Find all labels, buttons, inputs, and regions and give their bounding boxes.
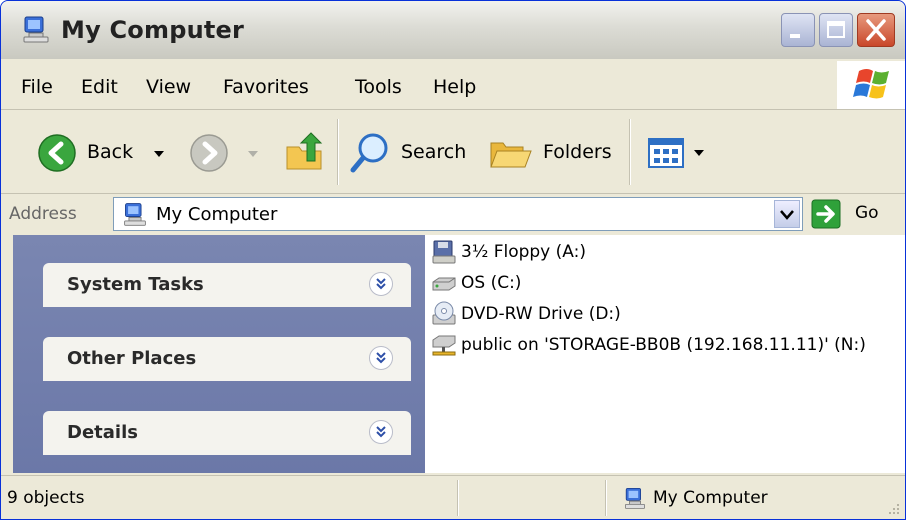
other-places-expand-button[interactable] [369,346,393,370]
views-dropdown-icon [694,150,704,156]
back-button[interactable]: Back [37,133,167,173]
drive-label: OS (C:) [461,273,522,293]
search-label: Search [401,141,467,163]
other-places-title: Other Places [67,348,197,369]
details-panel[interactable]: Details [43,411,411,455]
drive-label: 3½ Floppy (A:) [461,242,586,262]
minimize-icon [790,34,800,38]
go-button[interactable] [811,199,897,229]
double-chevron-down-icon [376,278,386,290]
folders-icon [490,142,532,168]
system-tasks-title: System Tasks [67,274,204,295]
address-dropdown-button[interactable] [774,200,800,228]
go-label: Go [855,203,879,223]
close-icon [866,19,886,41]
object-count: 9 objects [7,488,85,508]
address-label: Address [9,204,77,224]
floppy-drive-icon [432,240,456,264]
status-divider [457,480,459,516]
chevron-down-icon [780,210,794,220]
double-chevron-down-icon [376,352,386,364]
toolbar-separator [629,119,631,185]
forward-button[interactable] [189,133,269,173]
status-bar: 9 objects My Computer [1,475,905,519]
other-places-panel[interactable]: Other Places [43,337,411,381]
list-item[interactable]: public on 'STORAGE-BB0B (192.168.11.11)'… [431,330,901,360]
list-item[interactable]: 3½ Floppy (A:) [431,237,611,267]
hard-drive-icon [432,277,456,291]
file-list: 3½ Floppy (A:) OS (C:) DVD-RW Drive (D:) [425,235,905,473]
system-tasks-panel[interactable]: System Tasks [43,263,411,307]
list-item[interactable]: DVD-RW Drive (D:) [431,299,641,329]
drive-label: DVD-RW Drive (D:) [461,304,621,324]
views-button[interactable] [647,135,711,171]
task-pane: System Tasks Other Places Details [13,235,425,473]
status-location: My Computer [653,488,768,508]
my-computer-icon [23,16,49,43]
back-label: Back [87,141,134,163]
windows-flag-icon [853,69,889,99]
forward-arrow-icon [190,134,228,172]
menu-tools[interactable]: Tools [355,76,402,98]
menu-favorites[interactable]: Favorites [223,76,309,98]
windows-logo [837,61,905,109]
network-drive-icon [432,335,456,356]
menu-edit[interactable]: Edit [81,76,118,98]
menu-help[interactable]: Help [433,76,476,98]
list-item[interactable]: OS (C:) [431,268,551,298]
address-value: My Computer [156,204,278,225]
back-arrow-icon [38,134,76,172]
dvd-drive-icon [432,301,456,325]
toolbar-separator [337,119,339,185]
close-button[interactable] [857,13,895,47]
double-chevron-down-icon [376,426,386,438]
details-title: Details [67,422,138,443]
back-dropdown-icon[interactable] [153,149,165,159]
folders-label: Folders [543,141,612,163]
minimize-button[interactable] [781,13,815,47]
menu-view[interactable]: View [146,76,191,98]
drive-label: public on 'STORAGE-BB0B (192.168.11.11)'… [461,335,866,355]
up-folder-button[interactable] [283,131,327,175]
search-button[interactable]: Search [349,131,473,175]
forward-dropdown-icon[interactable] [247,149,259,159]
resize-grip-icon[interactable] [887,502,901,516]
title-bar[interactable]: My Computer [1,1,905,59]
explorer-window: My Computer File Edit View Favorites Too… [0,0,906,520]
maximize-icon [827,21,845,38]
my-computer-icon [124,203,146,226]
toolbar: Back Search Folders [1,111,905,194]
status-divider [605,480,607,516]
system-tasks-expand-button[interactable] [369,272,393,296]
views-grid-icon [648,138,684,168]
folders-button[interactable]: Folders [489,131,617,175]
address-bar: Address My Computer Go [1,195,905,233]
window-title: My Computer [61,16,245,44]
go-arrow-icon [811,199,841,229]
search-icon [350,133,388,173]
details-expand-button[interactable] [369,420,393,444]
folder-up-icon [286,132,323,170]
address-input[interactable]: My Computer [113,197,803,231]
menu-bar: File Edit View Favorites Tools Help [1,61,905,110]
my-computer-icon [625,488,645,509]
maximize-button[interactable] [819,13,853,47]
menu-file[interactable]: File [21,76,53,98]
